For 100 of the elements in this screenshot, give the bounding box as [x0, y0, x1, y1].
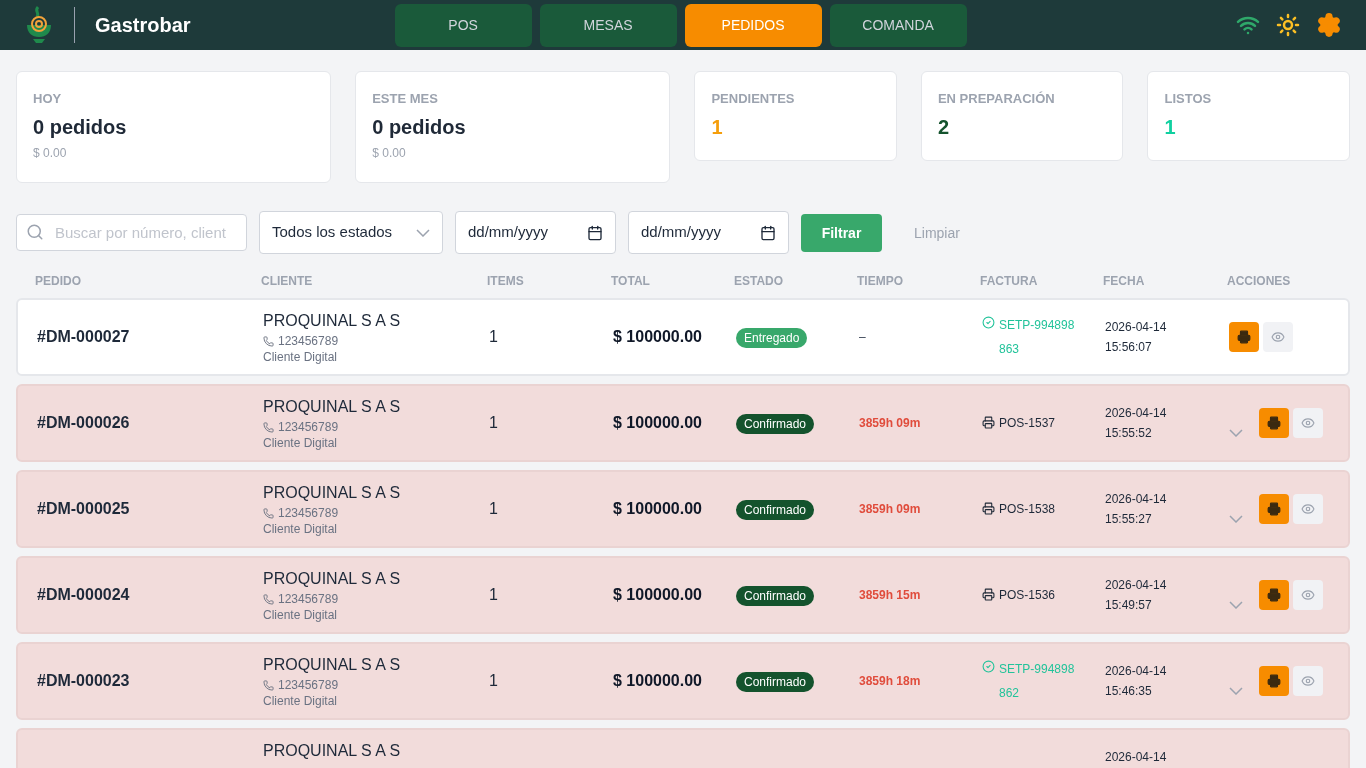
- stat-label: EN PREPARACIÓN: [937, 90, 1056, 108]
- expand-chevron-icon[interactable]: [1229, 601, 1243, 609]
- client-name: PROQUINAL S A S: [263, 311, 402, 331]
- column-header: TIEMPO: [857, 273, 904, 290]
- nav-tab[interactable]: COMANDA: [829, 3, 967, 47]
- order-row[interactable]: #DM-000024 PROQUINAL S A S 123456789 Cliente Digital 1 $ 100000.00 Confirmado 3859h 15m POS-1536 2026-04-14 15:49:57: [16, 556, 1350, 634]
- status-badge: Entregado: [736, 328, 808, 348]
- date-field[interactable]: dd/mm/yyyy: [455, 211, 616, 254]
- order-row[interactable]: #DM-000023 PROQUINAL S A S 123456789 Cliente Digital 1 $ 100000.00 Confirmado 3859h 18m SETP-994898862 2026-04-14 15:46:35: [16, 642, 1350, 720]
- client-name: PROQUINAL S A S: [263, 569, 402, 589]
- stat-value: 0 pedidos: [33, 114, 128, 140]
- column-header: ACCIONES: [1227, 273, 1292, 290]
- order-date: 2026-04-14: [1105, 749, 1168, 766]
- client-phone: 123456789: [278, 591, 339, 607]
- app-title: Gastrobar: [95, 13, 191, 38]
- stat-value: 1: [711, 114, 724, 140]
- order-row[interactable]: #DM-000027 PROQUINAL S A S 123456789 Cliente Digital 1 $ 100000.00 Entregado – SETP-994898863 2026-04-14 15:56:07: [16, 298, 1350, 376]
- items-count: 1: [489, 671, 499, 691]
- client-channel: Cliente Digital: [263, 349, 339, 365]
- column-header: PEDIDO: [35, 273, 82, 290]
- elapsed-time: 3859h 09m: [859, 501, 922, 517]
- printer-icon: [982, 416, 995, 429]
- order-row[interactable]: PROQUINAL S A S 2026-04-14: [16, 728, 1350, 768]
- elapsed-time: 3859h 18m: [859, 673, 922, 689]
- order-number: #DM-000024: [37, 585, 131, 605]
- column-header: ESTADO: [734, 273, 785, 290]
- eye-icon: [1301, 588, 1315, 602]
- order-time: 15:55:27: [1105, 511, 1153, 528]
- order-number: #DM-000026: [37, 413, 131, 433]
- column-header: FECHA: [1103, 273, 1146, 290]
- sun-icon[interactable]: [1276, 13, 1300, 37]
- order-row[interactable]: #DM-000025 PROQUINAL S A S 123456789 Cliente Digital 1 $ 100000.00 Confirmado 3859h 09m POS-1538 2026-04-14 15:55:27: [16, 470, 1350, 548]
- invoice-number: POS-1537: [999, 415, 1057, 431]
- stat-amount: $ 0.00: [372, 144, 407, 161]
- order-total: $ 100000.00: [613, 585, 703, 605]
- client-name: PROQUINAL S A S: [263, 483, 402, 503]
- nav-tab[interactable]: MESAS: [539, 3, 677, 47]
- status-badge: Confirmado: [736, 500, 815, 520]
- print-button[interactable]: [1259, 580, 1289, 610]
- phone-icon: [263, 593, 274, 605]
- expand-chevron-icon[interactable]: [1229, 687, 1243, 695]
- status-badge: Confirmado: [736, 586, 815, 606]
- settings-icon[interactable]: [1316, 12, 1342, 38]
- stat-label: LISTOS: [1164, 90, 1213, 108]
- stat-amount: $ 0.00: [33, 144, 68, 161]
- column-header: ITEMS: [487, 273, 525, 290]
- client-channel: Cliente Digital: [263, 607, 339, 623]
- search-field[interactable]: Buscar por número, client: [16, 214, 247, 251]
- expand-chevron-icon[interactable]: [1229, 515, 1243, 523]
- print-button[interactable]: [1259, 494, 1289, 524]
- printer-icon: [982, 588, 995, 601]
- order-row[interactable]: #DM-000026 PROQUINAL S A S 123456789 Cliente Digital 1 $ 100000.00 Confirmado 3859h 09m POS-1537 2026-04-14 15:55:52: [16, 384, 1350, 462]
- printer-icon: [1267, 674, 1281, 688]
- stat-label: HOY: [33, 90, 63, 108]
- phone-icon: [263, 335, 274, 347]
- chevron-icon[interactable]: [416, 228, 430, 237]
- status-dropdown[interactable]: Todos los estados: [259, 211, 443, 254]
- order-date: 2026-04-14: [1105, 577, 1168, 594]
- items-count: 1: [489, 327, 499, 347]
- printer-icon: [1267, 416, 1281, 430]
- invoice-number: POS-1536: [999, 587, 1057, 603]
- order-time: 15:56:07: [1105, 339, 1153, 356]
- column-header: FACTURA: [980, 273, 1039, 290]
- client-channel: Cliente Digital: [263, 521, 339, 537]
- printer-icon: [1267, 588, 1281, 602]
- print-button[interactable]: [1229, 322, 1259, 352]
- bowl-logo-icon: [24, 5, 54, 45]
- print-button[interactable]: [1259, 666, 1289, 696]
- client-phone: 123456789: [278, 419, 339, 435]
- elapsed-time: 3859h 09m: [859, 415, 922, 431]
- invoice-number: SETP-994898863: [999, 317, 1076, 358]
- order-time: 15:46:35: [1105, 683, 1153, 700]
- items-count: 1: [489, 499, 499, 519]
- calendar-icon: [587, 224, 603, 241]
- order-number: #DM-000027: [37, 327, 131, 347]
- expand-chevron-icon[interactable]: [1229, 429, 1243, 437]
- printer-icon: [982, 502, 995, 515]
- client-name: PROQUINAL S A S: [263, 397, 402, 417]
- check-circle-icon: [982, 660, 995, 673]
- order-total: $ 100000.00: [613, 413, 703, 433]
- client-phone: 123456789: [278, 677, 339, 693]
- date-field[interactable]: dd/mm/yyyy: [628, 211, 789, 254]
- order-date: 2026-04-14: [1105, 663, 1168, 680]
- order-total: $ 100000.00: [613, 499, 703, 519]
- order-time: 15:49:57: [1105, 597, 1153, 614]
- order-total: $ 100000.00: [613, 327, 703, 347]
- order-date: 2026-04-14: [1105, 405, 1168, 422]
- search-icon: [26, 223, 44, 241]
- nav-tab[interactable]: POS: [394, 3, 532, 47]
- order-number: #DM-000023: [37, 671, 131, 691]
- invoice-number: SETP-994898862: [999, 661, 1076, 702]
- phone-icon: [263, 679, 274, 691]
- eye-icon: [1301, 674, 1315, 688]
- order-time: 15:55:52: [1105, 425, 1153, 442]
- invoice-number: POS-1538: [999, 501, 1057, 517]
- printer-icon: [1267, 502, 1281, 516]
- client-channel: Cliente Digital: [263, 693, 339, 709]
- status-badge: Confirmado: [736, 414, 815, 434]
- print-button[interactable]: [1259, 408, 1289, 438]
- phone-icon: [263, 421, 274, 433]
